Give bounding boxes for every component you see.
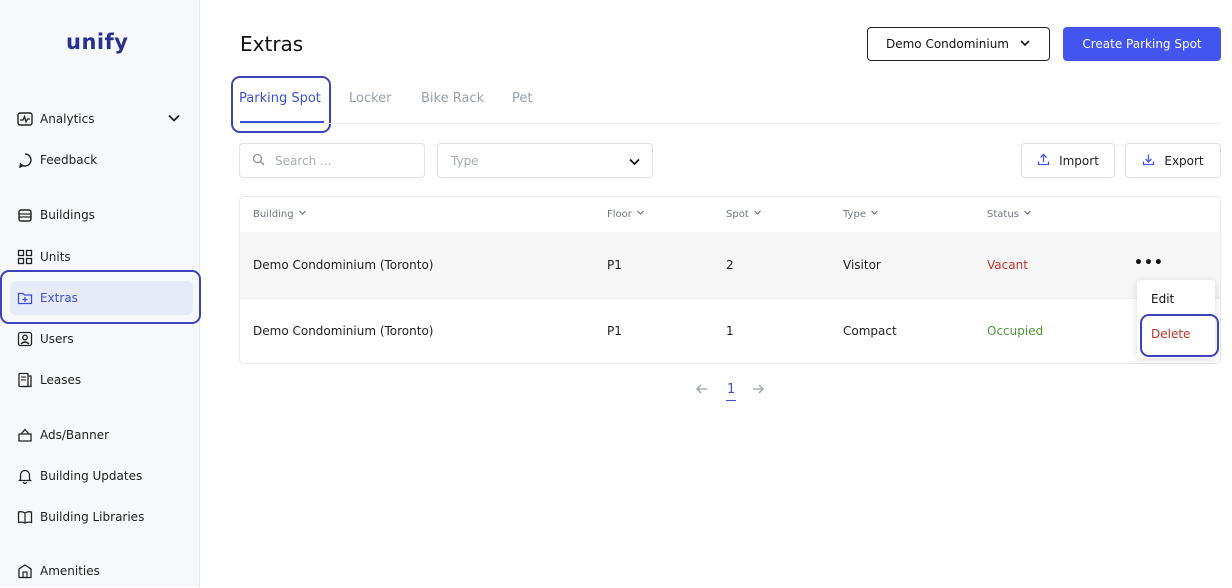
tab-parking-spot[interactable]: Parking Spot bbox=[239, 91, 321, 106]
sidebar-item-amenities[interactable]: Amenities bbox=[10, 554, 193, 588]
ads-icon bbox=[16, 426, 34, 444]
sort-chevron-icon bbox=[753, 208, 762, 220]
sort-chevron-icon bbox=[298, 208, 307, 220]
search-box[interactable] bbox=[239, 143, 425, 178]
cell-type: Compact bbox=[843, 324, 897, 338]
feedback-icon bbox=[16, 151, 34, 169]
tab-pet[interactable]: Pet bbox=[512, 91, 532, 106]
cell-building: Demo Condominium (Toronto) bbox=[253, 324, 434, 338]
sidebar-item-extras[interactable]: Extras bbox=[10, 281, 193, 315]
column-header-building[interactable]: Building bbox=[253, 208, 307, 220]
download-icon bbox=[1142, 153, 1155, 169]
column-header-spot[interactable]: Spot bbox=[726, 208, 762, 220]
table-row[interactable]: Demo Condominium (Toronto) P1 1 Compact … bbox=[240, 298, 1220, 363]
amenities-icon bbox=[16, 562, 34, 580]
column-header-type[interactable]: Type bbox=[843, 208, 879, 220]
search-input[interactable] bbox=[273, 152, 417, 169]
sidebar-item-label: Units bbox=[40, 250, 71, 264]
type-select[interactable]: Type bbox=[437, 143, 653, 178]
delete-menu-item[interactable]: Delete bbox=[1151, 327, 1190, 341]
sidebar-item-label: Building Updates bbox=[40, 469, 143, 483]
sidebar-item-label: Ads/Banner bbox=[40, 428, 110, 442]
parking-spot-table: Building Floor Spot Type Status Demo Con… bbox=[239, 196, 1221, 364]
sidebar-item-label: Leases bbox=[40, 373, 82, 387]
sidebar-item-ads-banner[interactable]: Ads/Banner bbox=[10, 418, 193, 452]
sidebar-item-label: Analytics bbox=[40, 112, 95, 126]
sidebar-item-label: Users bbox=[40, 332, 74, 346]
column-header-status[interactable]: Status bbox=[987, 208, 1032, 220]
sidebar-item-leases[interactable]: Leases bbox=[10, 363, 193, 397]
page-number[interactable]: 1 bbox=[726, 382, 737, 401]
active-tab-indicator bbox=[240, 121, 324, 123]
type-select-placeholder: Type bbox=[451, 153, 479, 168]
cell-building: Demo Condominium (Toronto) bbox=[253, 258, 434, 272]
units-icon bbox=[16, 248, 34, 266]
more-options-icon[interactable]: ••• bbox=[1134, 256, 1164, 270]
sidebar-item-label: Building Libraries bbox=[40, 510, 145, 524]
sidebar-item-feedback[interactable]: Feedback bbox=[10, 143, 193, 177]
export-button[interactable]: Export bbox=[1125, 143, 1221, 178]
cell-floor: P1 bbox=[607, 324, 622, 338]
previous-page-icon[interactable] bbox=[695, 383, 708, 399]
create-parking-spot-button[interactable]: Create Parking Spot bbox=[1063, 27, 1221, 61]
sort-chevron-icon bbox=[870, 208, 879, 220]
status-badge: Vacant bbox=[987, 258, 1028, 272]
users-icon bbox=[16, 330, 34, 348]
building-select[interactable]: Demo Condominium bbox=[867, 27, 1050, 61]
sidebar-item-analytics[interactable]: Analytics bbox=[10, 102, 193, 136]
tab-bar: Parking Spot Locker Bike Rack Pet bbox=[239, 90, 1221, 124]
import-button[interactable]: Import bbox=[1021, 143, 1115, 178]
search-icon bbox=[252, 151, 265, 170]
chevron-down-icon bbox=[628, 155, 641, 171]
chevron-down-icon[interactable] bbox=[167, 111, 181, 128]
table-row[interactable]: Demo Condominium (Toronto) P1 2 Visitor … bbox=[240, 232, 1220, 299]
cell-floor: P1 bbox=[607, 258, 622, 272]
sidebar: unify Analytics Feedback Buildings Units… bbox=[0, 0, 200, 587]
bell-icon bbox=[16, 467, 34, 485]
extras-icon bbox=[16, 289, 34, 307]
cell-spot: 2 bbox=[726, 258, 734, 272]
sidebar-item-label: Extras bbox=[40, 291, 78, 305]
building-select-value: Demo Condominium bbox=[885, 37, 1009, 51]
status-badge: Occupied bbox=[987, 324, 1044, 338]
analytics-icon bbox=[16, 110, 34, 128]
next-page-icon[interactable] bbox=[752, 383, 765, 399]
cell-type: Visitor bbox=[843, 258, 881, 272]
tab-bike-rack[interactable]: Bike Rack bbox=[421, 91, 484, 106]
sidebar-item-label: Feedback bbox=[40, 153, 98, 167]
sidebar-item-building-updates[interactable]: Building Updates bbox=[10, 459, 193, 493]
sort-chevron-icon bbox=[636, 208, 645, 220]
sidebar-item-label: Amenities bbox=[40, 564, 100, 578]
upload-icon bbox=[1037, 153, 1050, 169]
leases-icon bbox=[16, 371, 34, 389]
app-logo: unify bbox=[66, 30, 129, 54]
import-label: Import bbox=[1059, 153, 1099, 168]
page-title: Extras bbox=[240, 32, 304, 56]
sidebar-item-building-libraries[interactable]: Building Libraries bbox=[10, 500, 193, 534]
sidebar-item-buildings[interactable]: Buildings bbox=[10, 198, 193, 232]
sort-chevron-icon bbox=[1023, 208, 1032, 220]
chevron-down-icon bbox=[1019, 37, 1031, 52]
sidebar-item-units[interactable]: Units bbox=[10, 240, 193, 274]
table-header: Building Floor Spot Type Status bbox=[240, 197, 1220, 233]
tab-locker[interactable]: Locker bbox=[349, 91, 392, 106]
sidebar-item-users[interactable]: Users bbox=[10, 322, 193, 356]
cell-spot: 1 bbox=[726, 324, 734, 338]
book-icon bbox=[16, 508, 34, 526]
column-header-floor[interactable]: Floor bbox=[607, 208, 645, 220]
export-label: Export bbox=[1164, 153, 1204, 168]
row-actions-menu: Edit Delete bbox=[1137, 280, 1215, 358]
sidebar-item-label: Buildings bbox=[40, 208, 95, 222]
edit-menu-item[interactable]: Edit bbox=[1151, 292, 1174, 306]
buildings-icon bbox=[16, 206, 34, 224]
